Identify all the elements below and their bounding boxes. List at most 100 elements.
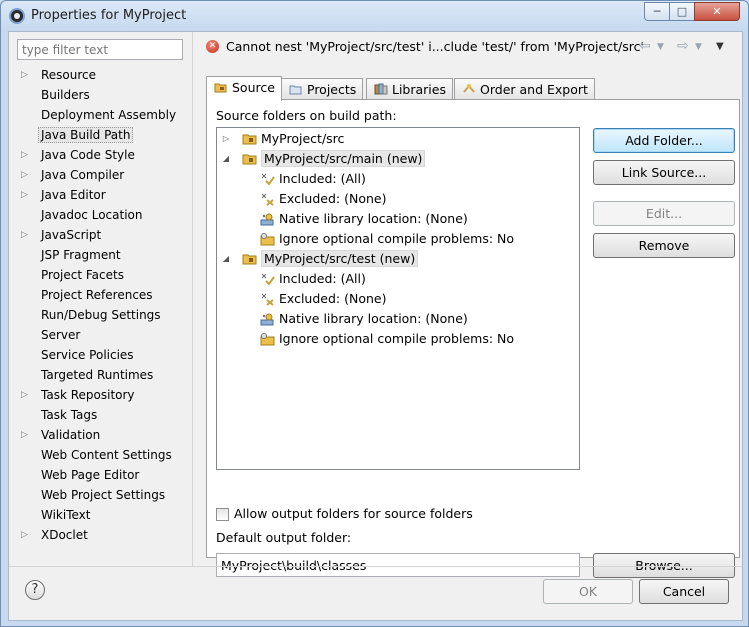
source-folder-attribute[interactable]: Included: (All)	[260, 269, 366, 289]
nav-item[interactable]: Deployment Assembly	[17, 105, 193, 125]
tab-libraries[interactable]: Libraries	[366, 78, 453, 100]
nav-item[interactable]: Web Project Settings	[17, 485, 193, 505]
source-folder-attribute[interactable]: Excluded: (None)	[260, 289, 386, 309]
nav-item[interactable]: Project References	[17, 285, 193, 305]
expand-arrow-icon[interactable]: ▷	[21, 525, 28, 545]
nav-item-label: Project References	[41, 288, 153, 302]
nav-item-label: Java Build Path	[38, 127, 134, 143]
order-export-icon	[463, 84, 475, 93]
nav-item[interactable]: Web Content Settings	[17, 445, 193, 465]
nav-item[interactable]: Server	[17, 325, 193, 345]
nav-item[interactable]: Project Facets	[17, 265, 193, 285]
source-folder-icon	[242, 154, 257, 164]
nav-item[interactable]: ▷ Java Code Style	[17, 145, 193, 165]
default-output-folder-input[interactable]	[216, 553, 580, 577]
window-title: Properties for MyProject	[31, 8, 187, 23]
collapse-triangle-icon[interactable]: ◢	[221, 249, 231, 269]
tab-source[interactable]: Source	[206, 76, 282, 101]
expand-arrow-icon[interactable]: ▷	[21, 185, 28, 205]
help-icon[interactable]: ?	[25, 580, 45, 600]
source-folder-node[interactable]: ▷ MyProject/src	[223, 129, 345, 149]
edit-button[interactable]: Edit...	[593, 201, 735, 226]
expand-arrow-icon[interactable]: ▷	[21, 145, 28, 165]
forward-arrow-icon[interactable]: ⇨	[677, 38, 689, 54]
back-arrow-icon[interactable]: ⇦	[639, 38, 651, 54]
expand-arrow-icon[interactable]: ▷	[21, 165, 28, 185]
source-folders-tree[interactable]: ▷ MyProject/src ◢ MyProject/src/main (new) I…	[216, 127, 580, 470]
nav-item[interactable]: Service Policies	[17, 345, 193, 365]
source-folder-node[interactable]: ◢ MyProject/src/test (new)	[223, 249, 419, 269]
nav-item[interactable]: JSP Fragment	[17, 245, 193, 265]
tree-node-label: Native library location: (None)	[279, 311, 468, 326]
ok-button[interactable]: OK	[543, 579, 633, 604]
nav-item[interactable]: ▷ Resource	[17, 65, 193, 85]
nav-item[interactable]: ▷ Java Compiler	[17, 165, 193, 185]
source-folder-node[interactable]: ◢ MyProject/src/main (new)	[223, 149, 426, 169]
nav-item[interactable]: ▷ XDoclet	[17, 525, 193, 545]
eclipse-app-icon	[9, 8, 25, 24]
nav-item-label: Javadoc Location	[41, 208, 143, 222]
nav-item-label: Run/Debug Settings	[41, 308, 161, 322]
nav-item[interactable]: Task Tags	[17, 405, 193, 425]
nav-item[interactable]: ▷ Task Repository	[17, 385, 193, 405]
nav-item[interactable]: Javadoc Location	[17, 205, 193, 225]
nav-item-label: Validation	[41, 428, 101, 442]
source-folder-attribute[interactable]: Included: (All)	[260, 169, 366, 189]
nav-item-label: Java Code Style	[41, 148, 135, 162]
tab-label: Source	[232, 80, 275, 95]
source-folder-attribute[interactable]: Excluded: (None)	[260, 189, 386, 209]
nav-item[interactable]: Targeted Runtimes	[17, 365, 193, 385]
ignore-problems-icon	[260, 332, 275, 345]
nav-item[interactable]: Run/Debug Settings	[17, 305, 193, 325]
forward-menu-chevron-icon[interactable]: ▼	[695, 42, 702, 52]
tree-node-label: Ignore optional compile problems: No	[279, 231, 515, 246]
nav-item[interactable]: ▷ Validation	[17, 425, 193, 445]
tree-node-label: Included: (All)	[279, 271, 366, 286]
nav-item-label: Project Facets	[41, 268, 124, 282]
nav-item-label: Web Page Editor	[41, 468, 140, 482]
nav-item-label: Deployment Assembly	[41, 108, 177, 122]
source-folder-attribute[interactable]: Native library location: (None)	[260, 209, 468, 229]
add-folder-button[interactable]: Add Folder...	[593, 128, 735, 153]
nav-item-label: Task Tags	[41, 408, 98, 422]
error-message: Cannot nest 'MyProject/src/test' i...clu…	[226, 39, 644, 54]
tree-node-label: MyProject/src	[261, 131, 345, 146]
exclusion-filter-icon	[261, 193, 274, 206]
nav-item[interactable]: ▷ JavaScript	[17, 225, 193, 245]
nav-item[interactable]: Builders	[17, 85, 193, 105]
cancel-button[interactable]: Cancel	[639, 579, 729, 604]
nav-item[interactable]: Web Page Editor	[17, 465, 193, 485]
source-folder-attribute[interactable]: Ignore optional compile problems: No	[260, 229, 514, 249]
minimize-button[interactable]: ─	[644, 2, 670, 21]
expand-arrow-icon[interactable]: ▷	[21, 385, 28, 405]
nav-item-label: Web Content Settings	[41, 448, 172, 462]
nav-item[interactable]: ▷ Java Editor	[17, 185, 193, 205]
tab-order-and-export[interactable]: Order and Export	[454, 78, 595, 100]
allow-output-folders-checkbox[interactable]	[216, 508, 229, 521]
source-folder-attribute[interactable]: Ignore optional compile problems: No	[260, 329, 514, 349]
close-button[interactable]: ✕	[694, 2, 740, 21]
default-output-folder-label: Default output folder:	[216, 530, 352, 545]
expand-arrow-icon[interactable]: ▷	[21, 65, 28, 85]
link-source-button[interactable]: Link Source...	[593, 160, 735, 185]
nav-item-label: WikiText	[41, 508, 91, 522]
filter-input[interactable]	[17, 39, 183, 60]
nav-item[interactable]: Java Build Path	[17, 125, 193, 145]
nav-item[interactable]: WikiText	[17, 505, 193, 525]
back-menu-chevron-icon[interactable]: ▼	[657, 42, 664, 52]
collapse-triangle-icon[interactable]: ◢	[221, 149, 231, 169]
expand-arrow-icon[interactable]: ▷	[21, 425, 28, 445]
maximize-button[interactable]: □	[669, 2, 695, 21]
source-folder-attribute[interactable]: Native library location: (None)	[260, 309, 468, 329]
remove-button[interactable]: Remove	[593, 233, 735, 258]
expand-triangle-icon[interactable]: ▷	[221, 129, 231, 149]
view-menu-icon[interactable]: ▼	[716, 41, 724, 52]
tree-node-label: Excluded: (None)	[279, 191, 387, 206]
nav-item-label: Builders	[41, 88, 90, 102]
title-bar[interactable]: Properties for MyProject ─ □ ✕	[1, 1, 748, 31]
expand-arrow-icon[interactable]: ▷	[21, 225, 28, 245]
nav-item-label: JSP Fragment	[41, 248, 121, 262]
allow-output-folders-label[interactable]: Allow output folders for source folders	[234, 506, 473, 521]
tab-projects[interactable]: Projects	[281, 78, 364, 100]
exclusion-filter-icon	[261, 293, 274, 306]
